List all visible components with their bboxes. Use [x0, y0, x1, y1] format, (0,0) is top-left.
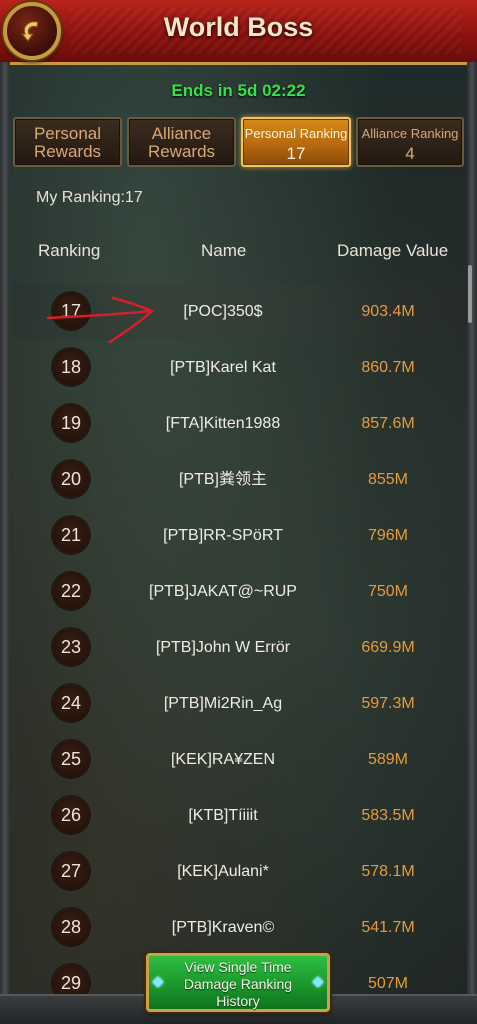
scrollbar[interactable] [468, 265, 472, 323]
event-timer: Ends in 5d 02:22 [171, 81, 306, 100]
table-row[interactable]: 26 [KTB]Tíiiit 583.5M [13, 788, 464, 844]
frame-left [0, 62, 10, 1024]
damage-value: 903.4M [361, 303, 415, 320]
column-header-damage: Damage Value [337, 241, 449, 260]
my-ranking: My Ranking:17 [36, 189, 143, 206]
player-name: [PTB]JAKAT@~RUP [149, 583, 297, 600]
table-row[interactable]: 28 [PTB]Kraven© 541.7M [13, 900, 464, 956]
damage-value: 860.7M [361, 359, 415, 376]
damage-value: 583.5M [361, 807, 415, 824]
rank-badge: 22 [52, 572, 90, 610]
player-name: [PTB]Kraven© [171, 919, 275, 936]
player-name: [PTB]Karel Kat [170, 359, 276, 376]
damage-value: 578.1M [361, 863, 415, 880]
history-button-line3: History [216, 993, 260, 1009]
tab-alliance-ranking[interactable]: Alliance Ranking 4 [356, 117, 464, 167]
tab-personal-ranking[interactable]: Personal Ranking 17 [241, 117, 351, 167]
tab-label-line1: Alliance Ranking [361, 126, 459, 141]
title-bar: World Boss [0, 0, 477, 65]
player-name: [PTB]Mi2Rin_Ag [163, 695, 283, 712]
history-button-line1: View Single Time [184, 959, 292, 975]
player-name: [POC]350$ [183, 303, 263, 320]
rank-badge: 27 [52, 852, 90, 890]
damage-value: 597.3M [361, 695, 415, 712]
table-row[interactable]: 18 [PTB]Karel Kat 860.7M [13, 340, 464, 396]
view-damage-history-button[interactable]: View Single Time Damage Ranking History [146, 953, 330, 1012]
player-name: [KEK]Aulani* [177, 863, 269, 880]
tab-count: 17 [286, 144, 306, 163]
player-name: [KTB]Tíiiit [188, 807, 258, 824]
rank-badge: 20 [52, 460, 90, 498]
rank-badge: 25 [52, 740, 90, 778]
tab-alliance-rewards[interactable]: Alliance Rewards [127, 117, 236, 167]
tab-label-line1: Personal Ranking [244, 126, 348, 141]
rank-badge: 29 [52, 964, 90, 994]
damage-value: 857.6M [361, 415, 415, 432]
damage-value: 507M [367, 975, 409, 992]
damage-value: 589M [367, 751, 409, 768]
tab-label-line1: Alliance [151, 124, 212, 143]
player-name: [PTB]RR-SPöRT [163, 527, 283, 544]
table-row[interactable]: 19 [FTA]Kitten1988 857.6M [13, 396, 464, 452]
page-title: World Boss [163, 12, 314, 42]
rank-badge: 23 [52, 628, 90, 666]
table-row[interactable]: 24 [PTB]Mi2Rin_Ag 597.3M [13, 676, 464, 732]
tab-personal-rewards[interactable]: Personal Rewards [13, 117, 122, 167]
table-row[interactable]: 22 [PTB]JAKAT@~RUP 750M [13, 564, 464, 620]
tab-label-line2: Rewards [147, 142, 216, 161]
tab-label-line1: Personal [33, 124, 102, 143]
damage-value: 796M [367, 527, 409, 544]
damage-value: 855M [367, 471, 409, 488]
history-button-line2: Damage Ranking [183, 976, 293, 992]
tab-count: 4 [405, 144, 415, 163]
player-name: [PTB]粪领主 [178, 471, 267, 488]
table-row[interactable]: 17 [POC]350$ 903.4M [13, 284, 464, 340]
player-name: [FTA]Kitten1988 [165, 415, 281, 432]
tab-label-line2: Rewards [33, 142, 102, 161]
player-name: [KEK]RA¥ZEN [170, 751, 276, 768]
table-row[interactable]: 20 [PTB]粪领主 855M [13, 452, 464, 508]
table-row[interactable]: 27 [KEK]Aulani* 578.1M [13, 844, 464, 900]
rank-badge: 19 [52, 404, 90, 442]
damage-value: 750M [367, 583, 409, 600]
rank-badge: 17 [52, 292, 90, 330]
column-header-name: Name [201, 241, 247, 260]
table-row[interactable]: 23 [PTB]John W Errör 669.9M [13, 620, 464, 676]
player-name: [PTB]John W Errör [155, 639, 291, 656]
rank-badge: 24 [52, 684, 90, 722]
rank-badge: 21 [52, 516, 90, 554]
table-row[interactable]: 25 [KEK]RA¥ZEN 589M [13, 732, 464, 788]
ranking-list[interactable]: 17 [POC]350$ 903.4M 18 [PTB]Karel Kat 86… [13, 274, 464, 994]
column-header-ranking: Ranking [38, 241, 101, 260]
damage-value: 541.7M [361, 919, 415, 936]
rank-badge: 26 [52, 796, 90, 834]
damage-value: 669.9M [361, 639, 415, 656]
rank-badge: 28 [52, 908, 90, 946]
rank-badge: 18 [52, 348, 90, 386]
frame-right [467, 62, 477, 1024]
table-row[interactable]: 21 [PTB]RR-SPöRT 796M [13, 508, 464, 564]
